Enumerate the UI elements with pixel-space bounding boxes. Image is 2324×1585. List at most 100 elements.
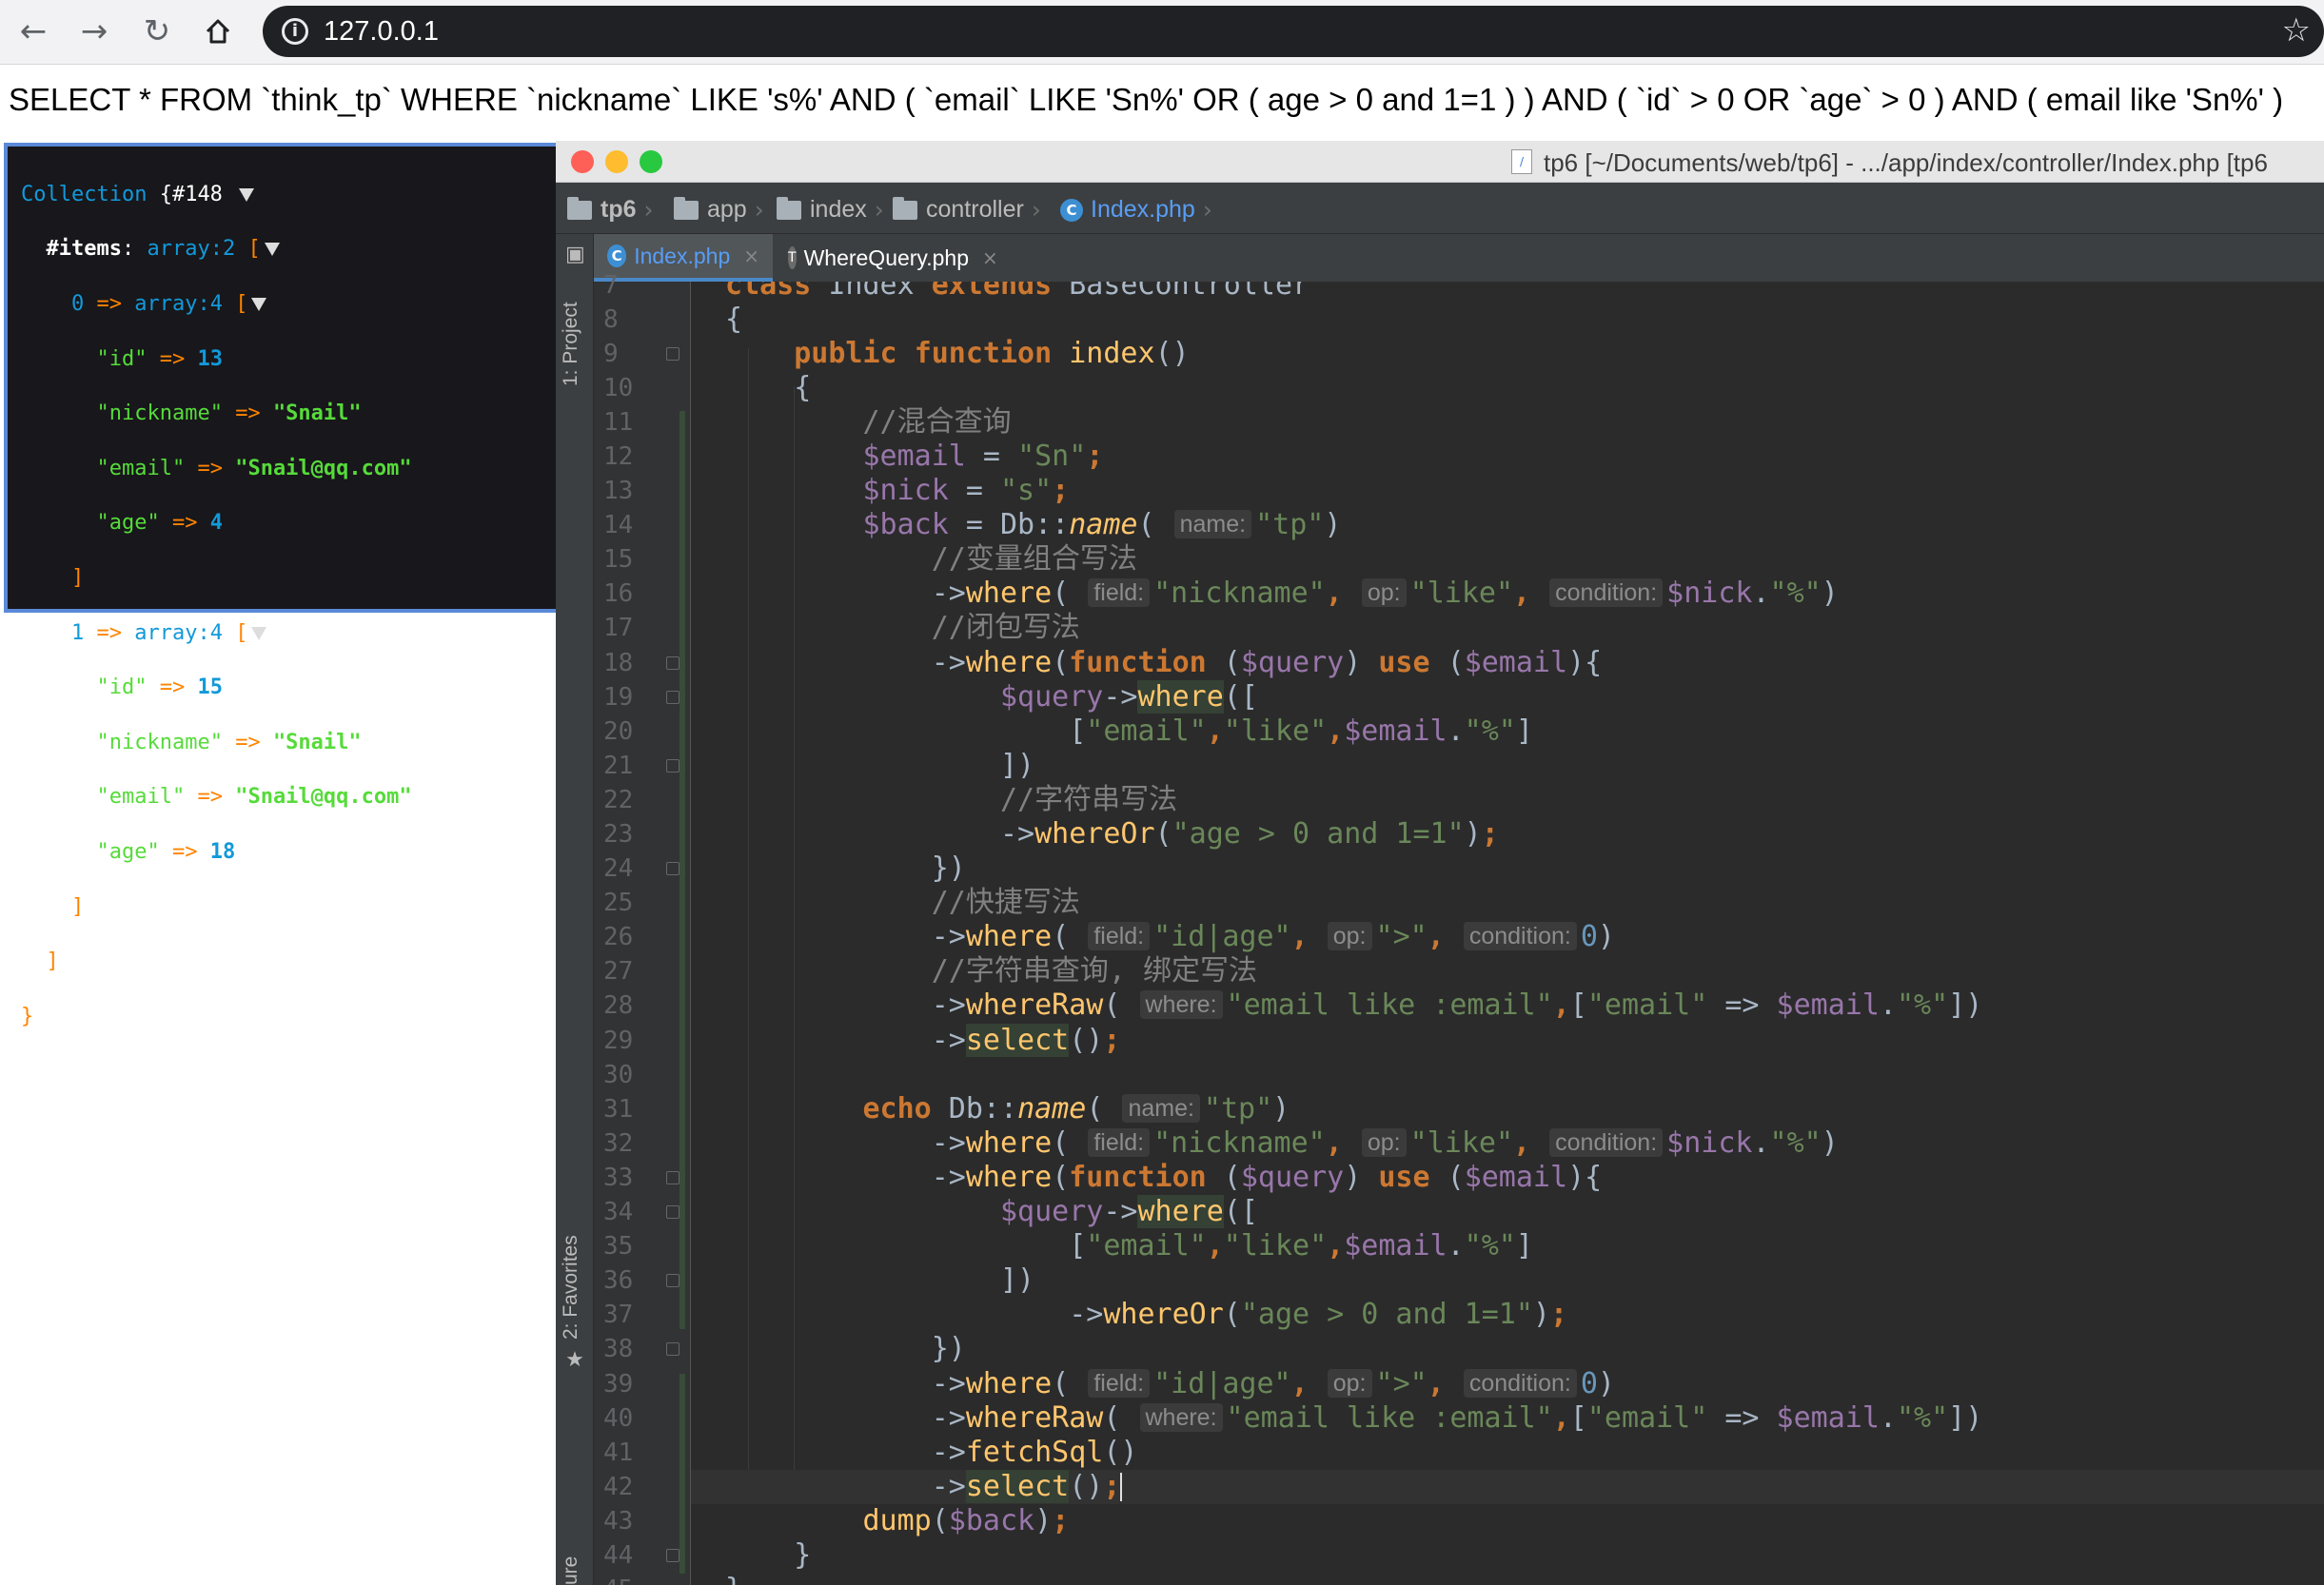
breadcrumb-item-controller[interactable]: controller › xyxy=(893,196,1041,224)
file-icon: / xyxy=(1511,149,1532,174)
code-line: class Index extends BaseController xyxy=(725,282,1310,302)
php-class-icon: C xyxy=(1060,198,1083,222)
fold-marker-icon[interactable] xyxy=(666,346,679,361)
php-trait-icon: T xyxy=(788,246,797,269)
site-info-icon[interactable]: i xyxy=(282,18,308,45)
line-number-gutter: 7 8 9 10 11 12 13 14 15 16 17 18 19 20 21 22 23 24 25 26 27 2… xyxy=(594,271,691,1585)
line-number: 19 xyxy=(594,680,691,714)
code-line: { xyxy=(725,302,743,336)
dump-value: 13 xyxy=(197,346,223,371)
structure-tool-tab[interactable]: ure xyxy=(560,1556,582,1585)
favorites-star-icon[interactable]: ★ xyxy=(565,1350,584,1371)
line-number: 22 xyxy=(603,785,634,814)
code-editor[interactable]: class Index extends BaseController{ publ… xyxy=(691,282,2324,1585)
code-line: //变量组合写法 xyxy=(931,542,1137,577)
maximize-window-button[interactable] xyxy=(640,150,662,173)
line-number: 29 xyxy=(603,1026,634,1055)
code-line: ->where( field: "nickname", op: "like", co… xyxy=(725,1125,1839,1160)
line-number: 42 xyxy=(603,1472,634,1501)
code-line: }) xyxy=(725,1332,966,1366)
window-title: tp6 [~/Documents/web/tp6] - .../app/inde… xyxy=(1544,148,2268,177)
dump-object-id: {#148 xyxy=(159,182,223,206)
fold-marker-icon[interactable] xyxy=(666,690,679,704)
code-line: //闭包写法 xyxy=(931,611,1080,645)
fold-marker-icon[interactable] xyxy=(666,1274,679,1288)
fold-marker-icon[interactable] xyxy=(666,1170,679,1184)
breadcrumb-item-tp6[interactable]: tp6 › xyxy=(567,196,654,224)
fold-marker-icon[interactable] xyxy=(666,758,679,773)
fold-marker-icon[interactable] xyxy=(666,656,679,670)
close-window-button[interactable] xyxy=(571,150,594,173)
code-line: ->select(); xyxy=(725,1023,1121,1057)
folder-icon xyxy=(777,196,801,220)
line-number: 32 xyxy=(603,1128,634,1158)
code-line: ]) xyxy=(725,748,1035,782)
line-number: 9 xyxy=(594,337,691,371)
line-number: 28 xyxy=(603,991,634,1021)
back-arrow-icon[interactable]: ← xyxy=(11,10,55,53)
ide-title-bar: / tp6 [~/Documents/web/tp6] - .../app/in… xyxy=(556,141,2324,183)
collapse-toggle-icon[interactable] xyxy=(264,243,280,257)
code-line: public function index() xyxy=(794,336,1190,370)
line-number: 31 xyxy=(603,1094,634,1124)
fold-marker-icon[interactable] xyxy=(666,1205,679,1220)
code-line: } xyxy=(691,1573,2324,1585)
fold-marker-icon[interactable] xyxy=(666,862,679,876)
code-line: ->where(function ($query) use ($email){ xyxy=(725,645,1603,679)
code-line: $query->where([ xyxy=(999,1195,1258,1229)
fold-marker-icon[interactable] xyxy=(666,1342,679,1357)
dump-value: "Snail" xyxy=(272,730,362,754)
minimize-window-button[interactable] xyxy=(605,150,628,173)
star-icon[interactable]: ☆ xyxy=(2282,11,2311,49)
line-number: 35 xyxy=(603,1232,634,1262)
collapse-toggle-icon[interactable] xyxy=(251,297,267,311)
line-number: 8 xyxy=(603,304,619,334)
line-number: 33 xyxy=(594,1161,691,1195)
code-line: ->select(); xyxy=(691,1469,2324,1504)
code-line: ->where( field: "id|age", op: ">", conditi… xyxy=(725,1366,1615,1400)
code-line: { xyxy=(725,370,812,404)
address-bar[interactable]: i 127.0.0.1 ☆ xyxy=(263,6,2324,57)
line-number: 37 xyxy=(603,1301,634,1330)
code-line: //混合查询 xyxy=(862,404,1012,439)
line-number: 24 xyxy=(594,851,691,886)
breadcrumb-item-index-php[interactable]: C Index.php › xyxy=(1060,196,1212,224)
forward-arrow-icon[interactable]: → xyxy=(72,10,116,53)
line-number: 34 xyxy=(594,1195,691,1229)
dump-items-type: array:2 xyxy=(147,237,236,262)
line-number: 17 xyxy=(603,614,634,643)
reload-icon[interactable]: ↻ xyxy=(135,10,179,53)
address-url[interactable]: 127.0.0.1 xyxy=(324,16,439,48)
close-tab-icon[interactable]: × xyxy=(982,246,998,269)
editor-tab-bar: C Index.php × T WhereQuery.php × xyxy=(594,234,2324,282)
home-icon[interactable] xyxy=(196,10,240,53)
dump-items-label: #items xyxy=(46,237,122,262)
breadcrumb-item-app[interactable]: app › xyxy=(674,196,764,224)
project-tool-tab[interactable]: 1: Project xyxy=(560,302,582,386)
breadcrumb-item-index[interactable]: index › xyxy=(777,196,884,224)
line-number: 10 xyxy=(603,373,634,402)
line-number: 11 xyxy=(603,407,634,437)
line-number: 27 xyxy=(603,957,634,987)
project-folder-icon[interactable]: ▣ xyxy=(565,245,585,265)
code-line: echo Db::name( name: "tp") xyxy=(862,1091,1290,1125)
dump-value: "Snail@qq.com" xyxy=(235,456,412,480)
dump-row-index: 1 xyxy=(70,620,85,645)
line-number: 23 xyxy=(603,820,634,849)
code-line: $email = "Sn"; xyxy=(862,439,1104,473)
favorites-tool-tab[interactable]: 2: Favorites xyxy=(560,1235,582,1340)
dump-value: "Snail" xyxy=(272,401,362,426)
code-line: $nick = "s"; xyxy=(862,474,1070,508)
folder-icon xyxy=(893,196,917,220)
collapse-toggle-icon[interactable] xyxy=(251,626,267,640)
dump-value: "Snail@qq.com" xyxy=(235,785,412,810)
line-number: 30 xyxy=(603,1060,634,1089)
tab-wherequery-php[interactable]: T WhereQuery.php × xyxy=(775,234,999,282)
close-tab-icon[interactable]: × xyxy=(743,245,759,267)
fold-marker-icon[interactable] xyxy=(666,1548,679,1562)
line-number: 41 xyxy=(603,1438,634,1467)
collapse-toggle-icon[interactable] xyxy=(239,187,255,202)
folder-icon xyxy=(674,196,699,220)
code-line: $query->where([ xyxy=(999,679,1258,714)
